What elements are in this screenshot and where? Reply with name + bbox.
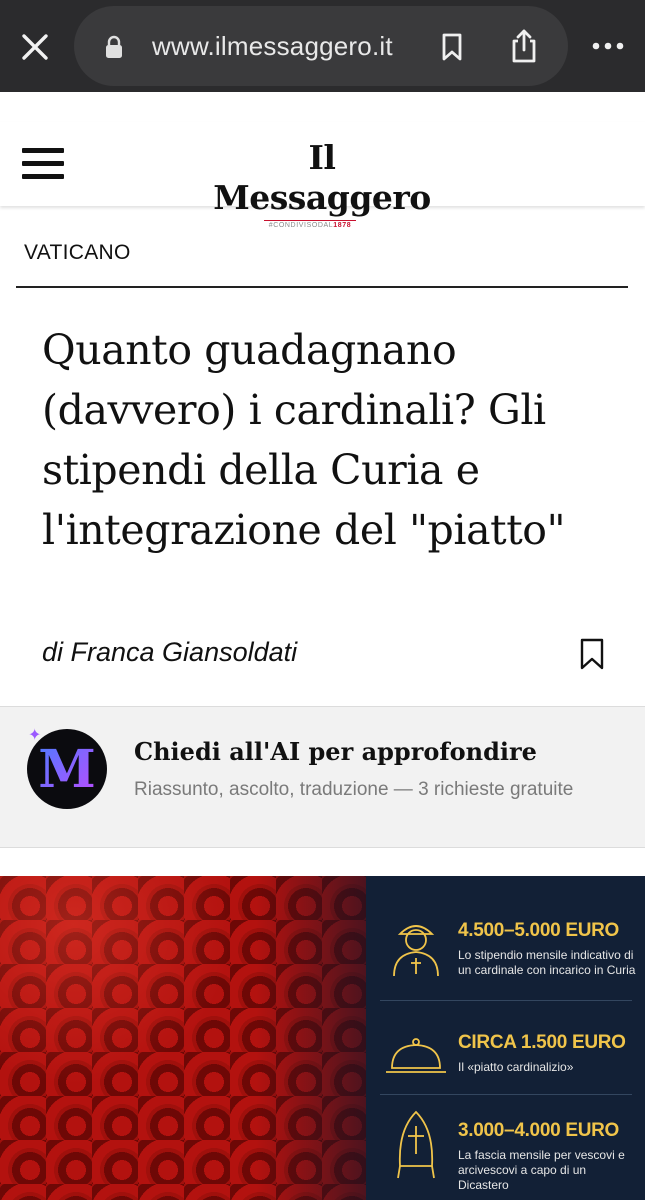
mitre-icon (397, 1110, 435, 1179)
bookmark-icon[interactable] (438, 32, 466, 62)
save-article-icon[interactable] (579, 638, 605, 670)
cloche-icon (386, 1038, 446, 1073)
ai-avatar-letter: M (38, 738, 96, 800)
site-header: Il Messaggero #CONDIVISODAL1878 (0, 122, 645, 229)
close-tab-button[interactable] (14, 26, 56, 68)
share-icon[interactable] (508, 28, 540, 64)
lock-icon (106, 35, 122, 58)
ai-assistant-banner[interactable]: M ✦ Chiedi all'AI per approfondire Riass… (0, 706, 645, 848)
infographic-description: La fascia mensile per vescovi e arcivesc… (458, 1148, 625, 1192)
infographic-amount: 4.500–5.000 EURO (458, 920, 620, 941)
article-hero-image[interactable]: 4.500–5.000 EURO Lo stipendio mensile in… (0, 876, 645, 1200)
close-icon (22, 34, 48, 60)
section-label[interactable]: VATICANO (24, 241, 131, 265)
cardinal-icon (393, 925, 439, 977)
site-logo[interactable]: Il Messaggero #CONDIVISODAL1878 (206, 138, 438, 229)
sparkle-icon: ✦ (28, 727, 42, 744)
more-options-button[interactable] (588, 28, 628, 64)
menu-icon[interactable] (22, 146, 64, 182)
article-headline: Quanto guadagnano (davvero) i cardinali?… (42, 326, 566, 554)
ai-title: Chiedi all'AI per approfondire (134, 737, 537, 766)
infographic-amount: CIRCA 1.500 EURO (458, 1032, 626, 1053)
url-text: www.ilmessaggero.it (152, 31, 393, 61)
infographic-description: Lo stipendio mensile indicativo di un ca… (458, 948, 636, 977)
browser-toolbar: www.ilmessaggero.it (0, 0, 645, 92)
more-dots-icon (592, 42, 624, 50)
article-byline[interactable]: di Franca Giansoldati (42, 637, 297, 668)
address-bar[interactable]: www.ilmessaggero.it (74, 6, 568, 86)
logo-wordmark: Il Messaggero (213, 138, 431, 217)
infographic-description: Il «piatto cardinalizio» (458, 1060, 574, 1074)
salary-infographic: 4.500–5.000 EURO Lo stipendio mensile in… (366, 876, 645, 1200)
logo-tagline: #CONDIVISODAL1878 (264, 220, 356, 229)
infographic-amount: 3.000–4.000 EURO (458, 1120, 620, 1141)
section-divider (16, 286, 628, 288)
ai-subtitle: Riassunto, ascolto, traduzione — 3 richi… (134, 779, 574, 800)
